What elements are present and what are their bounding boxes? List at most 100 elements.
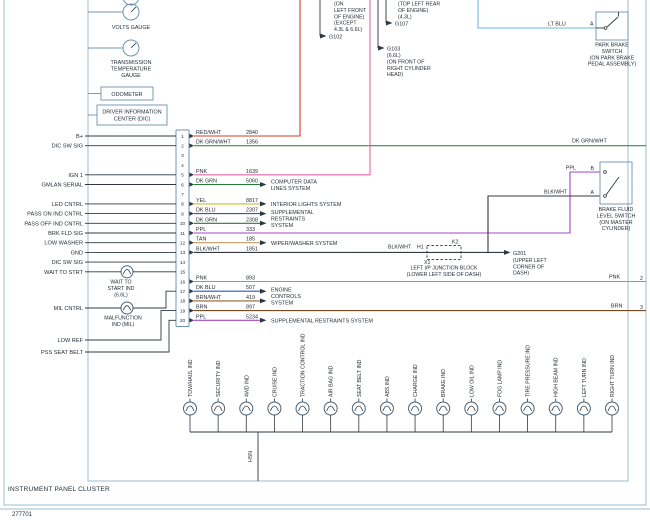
junction-terminal-k2: K2	[452, 239, 458, 245]
system-arrow-pin-20	[260, 318, 267, 323]
pin-number-1: 1	[181, 134, 184, 140]
circuit-number-pin-17: 507	[246, 285, 255, 291]
indicator-bulb-high-beam-ind	[549, 402, 562, 415]
system-label-4: CONTROLS	[271, 294, 301, 300]
indicator-label-brake-ind: BRAKE IND	[441, 369, 447, 397]
pin-number-10: 10	[180, 221, 186, 227]
trans-temp-gauge-label: TRANSMISSION	[110, 60, 151, 66]
indicator-bulb-tire-pressure-ind-filament	[524, 406, 532, 411]
wire-brake-fluid-a	[488, 196, 600, 252]
wire-color-pin-19: BRN	[196, 305, 207, 311]
left-signal-led-cntrl: LED CNTRL	[52, 202, 83, 208]
wait-to-start-ind-label: WAIT TO	[110, 280, 131, 286]
indicator-bulb-low-oil-ind-filament	[467, 406, 475, 411]
brake-fluid-switch-blade	[606, 177, 619, 195]
indicator-bulb-tow-haul-ind	[184, 402, 197, 415]
pin-number-14: 14	[180, 260, 186, 266]
wire-color-pin-8: YEL	[196, 198, 206, 204]
indicator-bulb-cruise-ind-filament	[270, 406, 278, 411]
indicator-label-right-turn-ind: RIGHT TURN IND	[610, 355, 616, 397]
circuit-number-pin-16: 893	[246, 276, 255, 282]
edge-terminal-pin-19: 3	[640, 305, 643, 311]
indicator-label-air-bag-ind: AIR BAG IND	[329, 365, 335, 397]
brake-fluid-contact-a	[604, 195, 607, 198]
malfunction-ind-bulb-filament	[123, 306, 130, 311]
park-brake-terminal-a: A	[590, 22, 594, 28]
park-brake-contact	[604, 27, 607, 30]
edge-wire-label-pin-19: BRN	[611, 304, 622, 310]
indicator-label-abs-ind: ABS IND	[385, 376, 391, 397]
odometer-label: ODOMETER	[111, 92, 142, 98]
circuit-number-pin-12: 185	[246, 237, 255, 243]
wire-color-pin-18: BRN/WHT	[196, 295, 222, 301]
indicator-bulb-right-turn-ind	[606, 402, 619, 415]
system-arrow-pin-12	[260, 240, 267, 245]
left-signal-gnd: GND	[71, 250, 83, 256]
system-label-4: SYSTEM	[271, 301, 294, 307]
indicator-bulb-fog-lamp-ind	[493, 402, 506, 415]
circuit-number-pin-1: 2840	[246, 130, 258, 136]
system-label-0: LINES SYSTEM	[271, 186, 311, 192]
system-label-1: INTERIOR LIGHTS SYSTEM	[271, 202, 342, 208]
circuit-number-pin-8: 8817	[246, 198, 258, 204]
wire-color-pin-16: PNK	[196, 276, 207, 282]
indicator-bulb-traction-control-ind-filament	[299, 406, 307, 411]
pin-number-16: 16	[180, 279, 186, 285]
circuit-number-pin-6: 5060	[246, 179, 258, 185]
left-signal-pass-off-ind-cntrl: PASS OFF IND CNTRL	[24, 221, 83, 227]
circuit-number-pin-13: 1851	[246, 246, 258, 252]
dic-label: CENTER (DIC)	[114, 117, 151, 123]
pin-number-20: 20	[180, 318, 186, 324]
left-signal-gmlan-serial: GMLAN SERIAL	[42, 183, 83, 189]
indicator-bulb-left-turn-ind-filament	[580, 406, 588, 411]
indicator-label-low-oil-ind: LOW OIL IND	[469, 365, 475, 397]
left-signal-wait-to-strt: WAIT TO STRT	[44, 270, 83, 276]
left-signal-dic-sw-sig: DIC SW SIG	[52, 144, 83, 150]
pin-terminal-19	[190, 308, 195, 312]
indicator-bulb-abs-ind-filament	[383, 406, 391, 411]
pin-terminal-12	[190, 241, 195, 245]
indicator-label-fog-lamp-ind: FOG LAMP IND	[497, 360, 503, 397]
brake-fluid-b-wire-label: PPL	[566, 166, 576, 172]
pin-terminal-10	[190, 221, 195, 225]
circuit-number-pin-19: 897	[246, 305, 255, 311]
circuit-number-pin-20: 5234	[246, 314, 258, 320]
wire-color-pin-12: TAN	[196, 237, 206, 243]
pin-number-11: 11	[180, 231, 185, 237]
ground-g103-location: (6.6L)	[387, 53, 401, 59]
indicator-bulb-4wd-ind-filament	[242, 406, 250, 411]
wire-color-pin-6: DK GRN	[196, 179, 217, 185]
wait-to-start-ind-label: START IND	[108, 286, 135, 292]
system-arrow-pin-18	[260, 298, 267, 303]
wire-color-pin-10: DK GRN	[196, 217, 217, 223]
left-lead-mil-cntrl-2	[133, 291, 176, 308]
circuit-number-pin-2: 1356	[246, 140, 258, 146]
left-signal-ign-1: IGN 1	[68, 173, 83, 179]
indicator-bulb-fog-lamp-ind-filament	[495, 406, 503, 411]
ground-g102-location: (EXCEPT	[334, 21, 357, 27]
edge-wire-label-pin-16: PNK	[609, 275, 620, 281]
indicator-bulb-brake-ind-filament	[439, 406, 447, 411]
brake-fluid-contact-b	[604, 171, 607, 174]
system-label-2: SYSTEM	[271, 223, 294, 229]
system-arrow-pin-17	[260, 289, 267, 294]
system-label-0: COMPUTER DATA	[271, 180, 317, 186]
indicator-bulb-low-oil-ind	[465, 402, 478, 415]
wait-to-start-ind-label: (6.6L)	[114, 292, 128, 298]
park-brake-wire-label: LT BLU	[548, 22, 566, 28]
indicator-bulb-brake-ind	[437, 402, 450, 415]
ground-g103-location: HEAD)	[387, 72, 403, 78]
pin-number-19: 19	[180, 308, 186, 314]
system-label-4: ENGINE	[271, 288, 292, 294]
park-brake-switch-title: (ON PARK BRAKE	[590, 55, 635, 61]
trans-temp-gauge-needle	[131, 43, 136, 48]
indicator-label-seat-belt-ind: SEAT BELT IND	[357, 359, 363, 397]
ground-g201-location: CORNER OF	[513, 264, 544, 270]
pin-number-12: 12	[180, 241, 186, 247]
indicator-bulb-tow-haul-ind-filament	[186, 406, 194, 411]
left-signal-dic-sw-sig: DIC SW SIG	[52, 260, 83, 266]
left-signal-low-washer: LOW WASHER	[44, 241, 83, 247]
left-signal-pss-seat-belt: PSS SEAT BELT	[41, 350, 84, 356]
ground-g102: G102	[329, 35, 342, 41]
park-brake-switch-box	[596, 12, 628, 40]
